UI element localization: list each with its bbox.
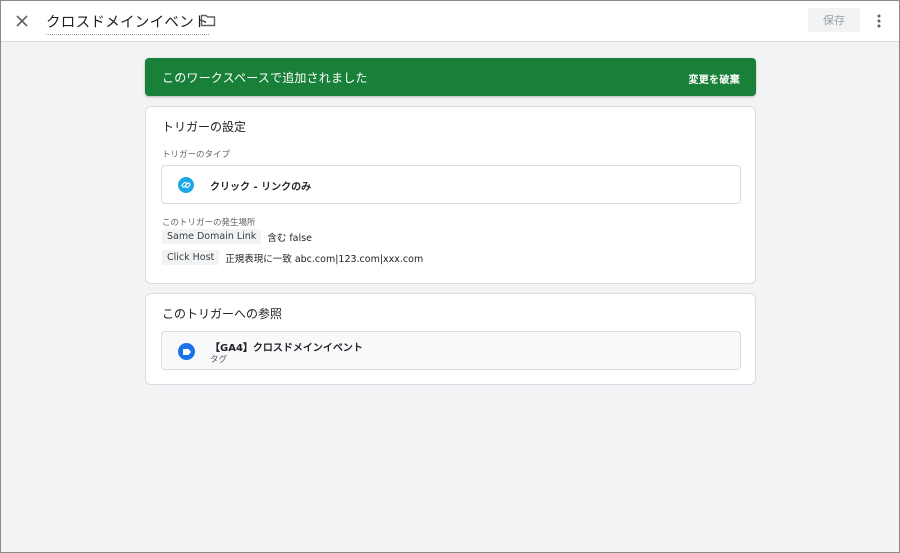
discard-changes-button[interactable]: 変更を破棄 <box>689 71 741 86</box>
fires-on-label: このトリガーの発生場所 <box>162 218 256 228</box>
top-bar: クロスドメインイベント 保存 <box>0 0 900 42</box>
condition-variable-chip: Same Domain Link <box>162 229 262 244</box>
banner-message: このワークスペースで追加されました <box>162 71 368 85</box>
reference-item[interactable]: 【GA4】クロスドメインイベント タグ <box>161 331 741 370</box>
trigger-references-card: このトリガーへの参照 【GA4】クロスドメインイベント タグ <box>145 293 756 385</box>
link-icon <box>178 177 194 193</box>
folder-icon[interactable] <box>200 12 218 30</box>
trigger-type-name: クリック - リンクのみ <box>210 182 312 193</box>
close-icon[interactable] <box>12 11 32 31</box>
page-title[interactable]: クロスドメインイベント <box>46 11 209 35</box>
save-button[interactable]: 保存 <box>808 8 860 32</box>
condition-variable-chip: Click Host <box>162 250 220 265</box>
workspace-banner: このワークスペースで追加されました 変更を破棄 <box>145 58 756 96</box>
tag-icon <box>178 343 195 360</box>
trigger-config-card: トリガーの設定 トリガーのタイプ クリック - リンクのみ このトリガーの発生場… <box>145 106 756 284</box>
reference-kind: タグ <box>210 355 228 365</box>
more-vert-icon[interactable] <box>871 11 887 31</box>
condition-row: Click Host 正規表現に一致 abc.com|123.com|xxx.c… <box>162 250 423 265</box>
condition-row: Same Domain Link 含む false <box>162 229 312 244</box>
trigger-type-label: トリガーのタイプ <box>162 150 231 160</box>
condition-text: 含む false <box>267 232 312 244</box>
reference-name: 【GA4】クロスドメインイベント <box>210 343 363 354</box>
trigger-type-selector[interactable]: クリック - リンクのみ <box>161 165 741 204</box>
references-title: このトリガーへの参照 <box>162 307 283 321</box>
condition-text: 正規表現に一致 abc.com|123.com|xxx.com <box>225 253 424 265</box>
trigger-config-title: トリガーの設定 <box>162 120 247 134</box>
